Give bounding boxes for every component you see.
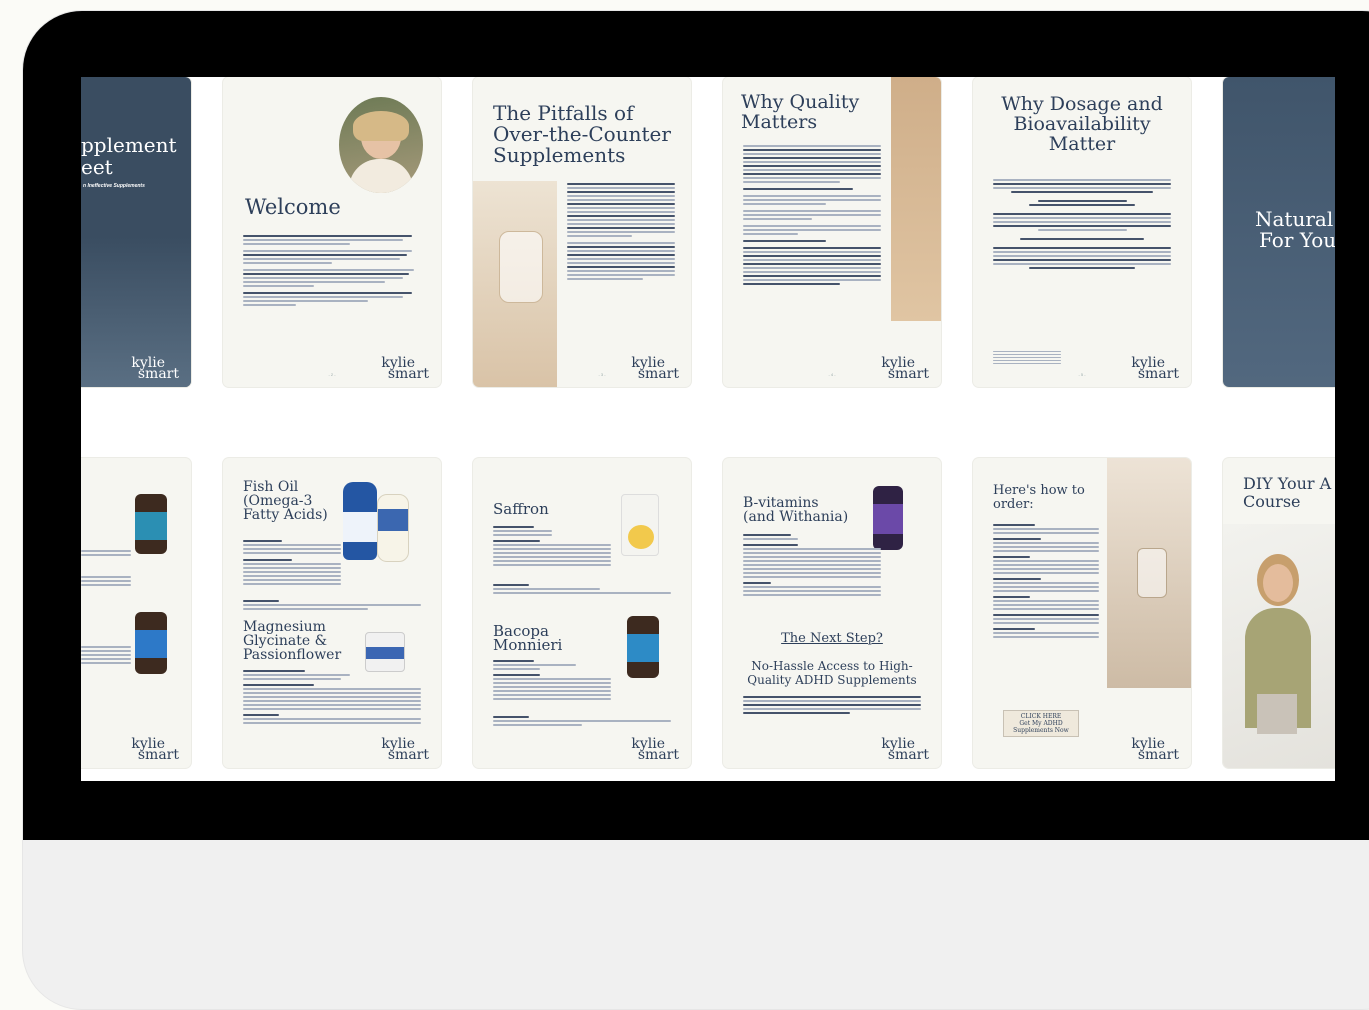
page-supplements-left: kylie smart [81, 458, 191, 768]
page-natural: Natural S For You [1223, 77, 1335, 387]
fishoil-title-1: Fish Oil [243, 479, 299, 495]
natural-title-2: For You [1259, 228, 1335, 252]
saffron-title: Saffron [493, 500, 549, 518]
dosage-title-3: Matter [1048, 133, 1116, 155]
dosage-disclaimer [993, 349, 1061, 366]
saffron-safety [493, 582, 671, 596]
page-pitfalls: The Pitfalls of Over-the-Counter Supplem… [473, 77, 691, 387]
hassle-heading-2: Quality ADHD Supplements [747, 673, 917, 687]
order-title-1: Here's how to [993, 483, 1085, 498]
pitfalls-photo [473, 181, 557, 387]
quality-logo: kylie smart [881, 355, 929, 382]
hassle-body [743, 694, 921, 716]
page-cover: pplement eet n Ineffective Supplements k… [81, 77, 191, 387]
dosage-title-2: Bioavailability [1013, 113, 1151, 135]
supplement-bottle-2 [135, 612, 167, 674]
quality-photo [891, 77, 941, 321]
quality-title-2: Matters [741, 111, 818, 133]
page-welcome: Welcome - 2 - kylie smart [223, 77, 441, 387]
quality-title-1: Why Quality [741, 91, 860, 113]
cover-subtitle: n Ineffective Supplements [83, 183, 145, 189]
diy-title-1: DIY Your A [1243, 474, 1332, 493]
dosage-body [993, 177, 1171, 271]
page-diy: DIY Your A Course [1223, 458, 1335, 768]
fishoil-body [243, 538, 341, 587]
magnesium-title-2: Glycinate & [243, 633, 328, 649]
cover-logo: kylie smart [131, 355, 179, 382]
saffron-box [621, 494, 659, 556]
magnesium-body [243, 668, 421, 726]
pitfalls-logo: kylie smart [631, 355, 679, 382]
quality-body [743, 143, 881, 287]
order-photo [1107, 458, 1191, 688]
bvitamins-body [743, 532, 881, 598]
screen: pplement eet n Ineffective Supplements k… [81, 77, 1335, 781]
order-logo: kylie smart [1131, 736, 1179, 763]
cover-title-1: pplement [81, 133, 177, 157]
bvitamins-logo: kylie smart [881, 736, 929, 763]
welcome-logo: kylie smart [381, 355, 429, 382]
pitfalls-title-3: Supplements [493, 143, 626, 167]
bacopa-body [493, 658, 611, 702]
magnesium-jar [365, 632, 405, 672]
dosage-title-1: Why Dosage and [1001, 93, 1163, 115]
supplements-left-logo: kylie smart [131, 736, 179, 763]
bvitamins-title-1: B-vitamins [743, 495, 819, 511]
order-title-2: order: [993, 497, 1034, 512]
order-cta-button[interactable]: CLICK HERE Get My ADHD Supplements Now [1003, 710, 1079, 737]
page-dosage: Why Dosage and Bioavailability Matter - … [973, 77, 1191, 387]
pitfalls-body [567, 181, 675, 282]
page-b-vitamins: B-vitamins (and Withania) The Next Step?… [723, 458, 941, 768]
supplement-bottle-1 [135, 494, 167, 554]
natural-title-1: Natural S [1255, 207, 1335, 231]
page-quality: Why Quality Matters - 4 - kylie smart [723, 77, 941, 387]
cover-title-2: eet [81, 155, 113, 179]
bacopa-safety [493, 714, 671, 728]
welcome-portrait [339, 97, 423, 193]
bacopa-bottle [627, 616, 659, 678]
next-step-heading: The Next Step? [781, 631, 883, 646]
supplements-left-body [81, 548, 131, 666]
fishoil-safety [243, 598, 421, 612]
dosage-logo: kylie smart [1131, 355, 1179, 382]
fishoil-bottle-1 [343, 482, 377, 560]
welcome-title: Welcome [245, 195, 341, 219]
page-saffron: Saffron Bacopa Monnieri kylie smart [473, 458, 691, 768]
pitfalls-title-1: The Pitfalls of [493, 101, 634, 125]
welcome-body [243, 233, 421, 308]
fishoil-bottle-2 [377, 494, 409, 562]
saffron-logo: kylie smart [631, 736, 679, 763]
fishoil-title-3: Fatty Acids) [243, 507, 328, 523]
diy-photo [1223, 524, 1335, 768]
page-order: Here's how to order: CLICK HERE Get My A… [973, 458, 1191, 768]
saffron-body [493, 524, 611, 568]
page-fish-oil: Fish Oil (Omega-3 Fatty Acids) Magnesium… [223, 458, 441, 768]
hassle-heading-1: No-Hassle Access to High- [751, 659, 913, 673]
monitor-frame: pplement eet n Ineffective Supplements k… [22, 10, 1369, 1010]
fishoil-title-2: (Omega-3 [243, 493, 313, 509]
bvitamins-title-2: (and Withania) [743, 509, 849, 525]
pitfalls-title-2: Over-the-Counter [493, 122, 671, 146]
diy-title-2: Course [1243, 492, 1301, 511]
order-steps [993, 522, 1099, 640]
magnesium-title-1: Magnesium [243, 619, 326, 635]
bacopa-title-2: Monnieri [493, 636, 563, 654]
magnesium-title-3: Passionflower [243, 647, 342, 663]
fishoil-logo: kylie smart [381, 736, 429, 763]
